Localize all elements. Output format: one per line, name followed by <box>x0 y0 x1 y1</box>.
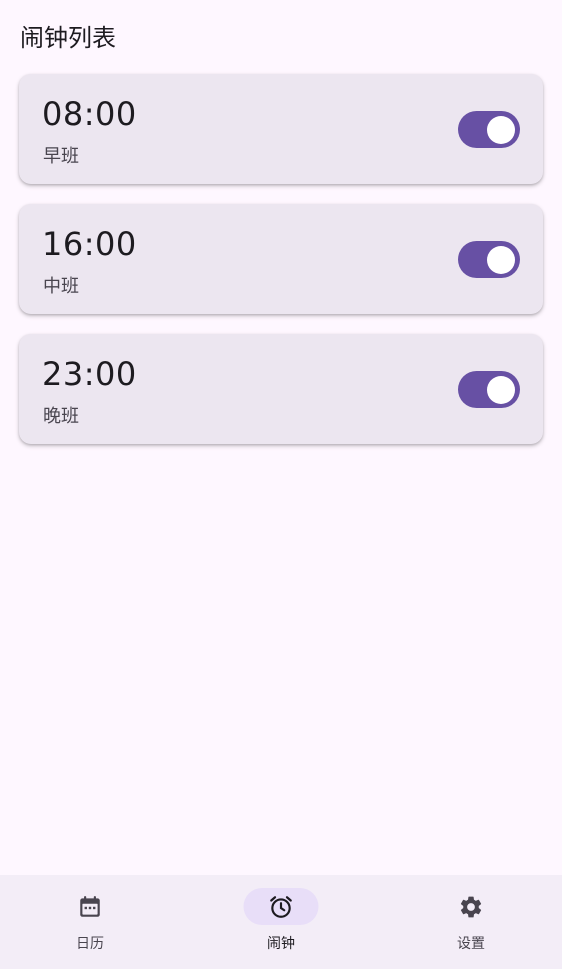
switch-thumb <box>487 375 515 404</box>
nav-label-calendar: 日历 <box>76 936 104 952</box>
page-title: 闹钟列表 <box>20 24 116 52</box>
alarm-time: 16:00 <box>42 225 137 263</box>
alarm-app: 闹钟列表 08:00 早班 16:00 中班 23:00 晚班 日历 闹钟 设置 <box>0 0 562 969</box>
alarm-label: 早班 <box>43 146 79 167</box>
alarm-card-2[interactable]: 23:00 晚班 <box>19 334 543 444</box>
nav-item-calendar[interactable]: 日历 <box>30 875 150 969</box>
calendar-icon <box>80 896 100 917</box>
alarm-toggle-switch[interactable] <box>458 111 520 148</box>
alarm-time: 23:00 <box>42 355 137 393</box>
alarm-label: 晚班 <box>43 406 79 427</box>
nav-label-alarm: 闹钟 <box>267 936 295 952</box>
nav-item-alarm[interactable]: 闹钟 <box>221 875 341 969</box>
alarm-label: 中班 <box>43 276 79 297</box>
nav-item-settings[interactable]: 设置 <box>411 875 531 969</box>
alarm-card-1[interactable]: 16:00 中班 <box>19 204 543 314</box>
alarm-list: 08:00 早班 16:00 中班 23:00 晚班 <box>19 74 543 464</box>
alarm-toggle-switch[interactable] <box>458 371 520 408</box>
switch-thumb <box>487 245 515 274</box>
switch-thumb <box>487 115 515 144</box>
bottom-navigation-bar: 日历 闹钟 设置 <box>0 875 562 969</box>
gear-icon <box>460 896 482 918</box>
alarm-clock-icon <box>270 896 292 918</box>
alarm-card-0[interactable]: 08:00 早班 <box>19 74 543 184</box>
nav-label-settings: 设置 <box>457 936 485 952</box>
alarm-toggle-switch[interactable] <box>458 241 520 278</box>
alarm-time: 08:00 <box>42 95 137 133</box>
